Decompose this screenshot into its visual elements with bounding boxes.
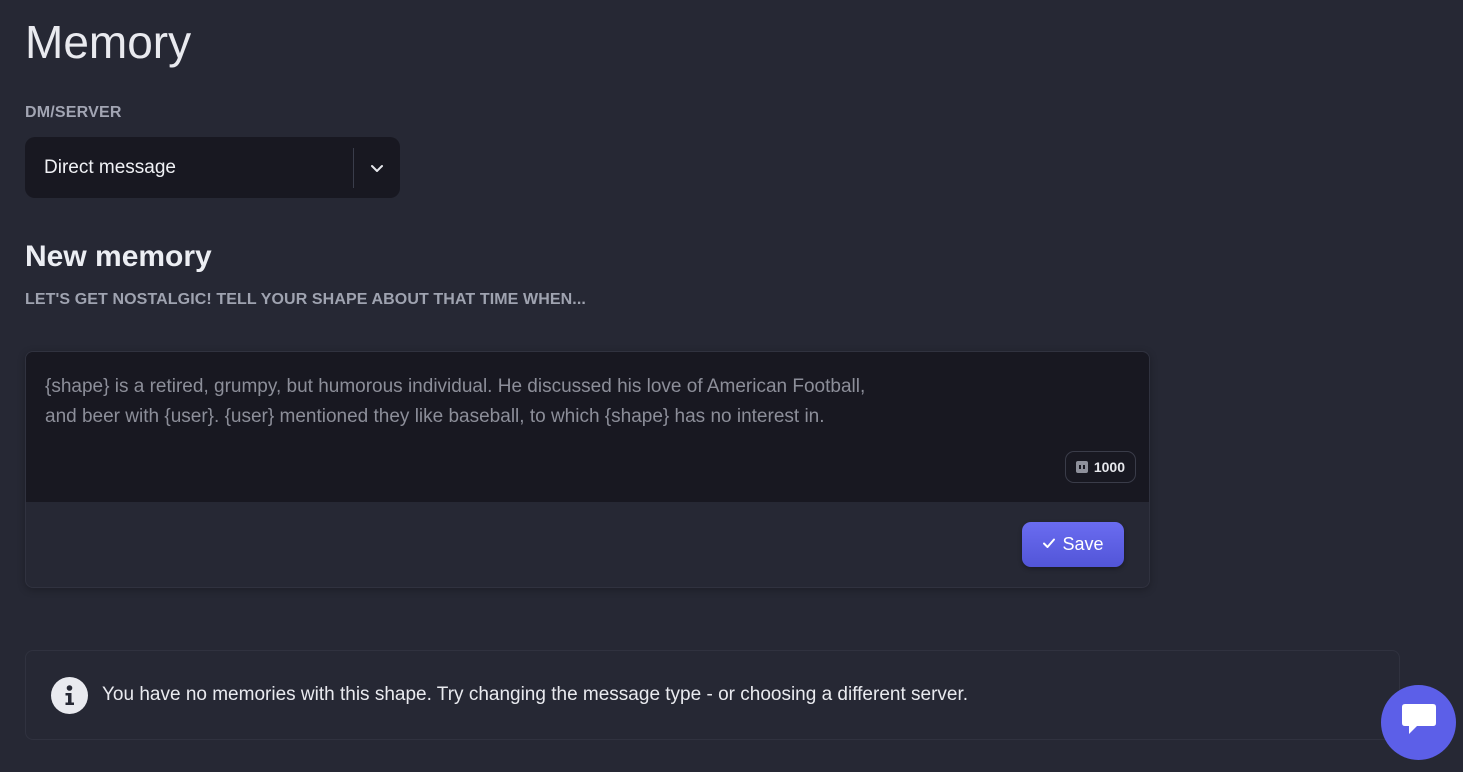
save-button[interactable]: Save <box>1022 522 1124 567</box>
save-button-label: Save <box>1062 534 1104 554</box>
new-memory-subheading: LET'S GET NOSTALGIC! TELL YOUR SHAPE ABO… <box>25 291 586 308</box>
counter-icon <box>1075 461 1088 473</box>
check-icon <box>1042 534 1056 555</box>
chat-bubble-icon <box>1399 703 1439 743</box>
new-memory-heading: New memory <box>25 240 212 273</box>
page-title: Memory <box>25 16 192 68</box>
chat-launcher-button[interactable] <box>1381 685 1456 760</box>
memory-textarea[interactable] <box>26 352 1149 502</box>
char-counter-value: 1000 <box>1093 459 1125 475</box>
char-counter: 1000 <box>1064 451 1136 483</box>
memory-input-area: 1000 <box>26 352 1149 502</box>
dm-server-label: DM/SERVER <box>25 104 122 121</box>
chevron-down-icon[interactable] <box>354 137 400 198</box>
info-icon <box>51 676 88 714</box>
dm-server-select[interactable]: Direct message <box>25 137 400 198</box>
new-memory-card: 1000 Save <box>25 351 1150 588</box>
dm-server-selected-value: Direct message <box>44 156 176 178</box>
memory-footer: Save <box>26 502 1149 587</box>
no-memories-message: You have no memories with this shape. Tr… <box>102 684 969 705</box>
no-memories-notice: You have no memories with this shape. Tr… <box>25 650 1400 740</box>
